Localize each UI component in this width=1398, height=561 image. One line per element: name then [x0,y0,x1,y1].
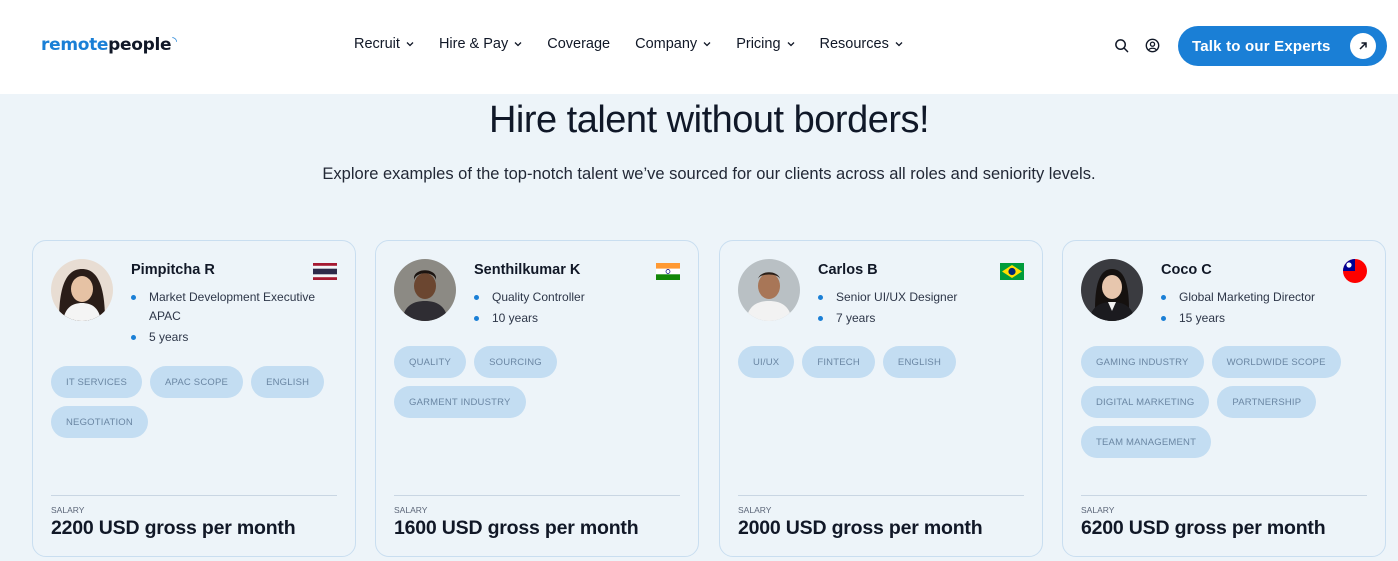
candidate-role: Senior UI/UX Designer [818,288,1018,307]
skill-tag: WORLDWIDE SCOPE [1211,346,1341,378]
taiwan-flag [1343,259,1367,283]
talk-to-experts-button[interactable]: Talk to our Experts [1178,26,1387,66]
nav-label: Company [635,36,698,52]
skill-tag: PARTNERSHIP [1217,386,1317,418]
logo-text-remote: remote [41,35,109,55]
divider [51,495,337,496]
skill-tags: UI/UX FINTECH ENGLISH [738,346,1028,378]
avatar [51,259,113,321]
skill-tags: GAMING INDUSTRY WORLDWIDE SCOPE DIGITAL … [1081,346,1371,458]
candidate-role: Quality Controller [474,288,674,307]
salary-value: 2000 USD gross per month [738,517,983,539]
arrow-up-right-icon [1350,33,1376,59]
candidate-experience: 10 years [474,309,674,328]
chevron-down-icon [895,42,903,47]
talent-card[interactable]: Coco C Global Marketing Director 15 year… [1062,240,1386,557]
candidate-details: Global Marketing Director 15 years [1161,288,1361,330]
avatar [738,259,800,321]
chevron-down-icon [787,42,794,47]
salary-value: 2200 USD gross per month [51,517,296,539]
salary-label: SALARY [1081,505,1115,515]
avatar [394,259,456,321]
skill-tag: TEAM MANAGEMENT [1081,426,1212,458]
skill-tag: IT SERVICES [51,366,142,398]
skill-tag: GAMING INDUSTRY [1081,346,1204,378]
divider [394,495,680,496]
candidate-name: Pimpitcha R [131,262,215,278]
logo-signal-icon: ◝ [172,34,177,48]
talent-card[interactable]: Carlos B Senior UI/UX Designer 7 years U… [719,240,1043,557]
salary-label: SALARY [738,505,772,515]
salary-value: 1600 USD gross per month [394,517,639,539]
skill-tag: SOURCING [474,346,557,378]
talent-card[interactable]: Pimpitcha R Market Development Executive… [32,240,356,557]
skill-tag: DIGITAL MARKETING [1081,386,1210,418]
chevron-down-icon [406,42,414,47]
skill-tag: ENGLISH [251,366,325,398]
candidate-details: Market Development Executive APAC 5 year… [131,288,331,349]
candidate-role: Market Development Executive APAC [131,288,331,326]
search-icon[interactable] [1114,38,1129,53]
nav-item-recruit[interactable]: Recruit [354,36,414,52]
divider [738,495,1024,496]
candidate-details: Quality Controller 10 years [474,288,674,330]
nav-label: Resources [819,36,889,52]
candidate-role: Global Marketing Director [1161,288,1361,307]
nav-item-company[interactable]: Company [635,36,711,52]
logo-text-people: people [108,35,172,55]
main-nav: Recruit Hire & Pay Coverage Company Pric… [354,36,903,52]
account-icon[interactable] [1145,38,1160,53]
skill-tag: ENGLISH [882,346,957,378]
hero-title: Hire talent without borders! [488,99,930,141]
nav-label: Hire & Pay [438,36,509,52]
chevron-down-icon [514,42,522,47]
nav-item-coverage[interactable]: Coverage [547,36,610,52]
india-flag [656,263,680,280]
nav-item-hire-pay[interactable]: Hire & Pay [439,36,522,52]
candidate-experience: 5 years [131,328,331,347]
avatar [1081,259,1143,321]
salary-label: SALARY [51,505,85,515]
skill-tag: FINTECH [802,346,875,378]
nav-label: Pricing [736,36,781,52]
candidate-name: Senthilkumar K [474,262,581,278]
divider [1081,495,1367,496]
nav-item-pricing[interactable]: Pricing [736,36,794,52]
candidate-details: Senior UI/UX Designer 7 years [818,288,1018,330]
skill-tag: UI/UX [738,346,795,378]
talent-card[interactable]: Senthilkumar K Quality Controller 10 yea… [375,240,699,557]
brazil-flag [1000,263,1024,280]
skill-tag: NEGOTIATION [51,406,148,438]
chevron-down-icon [703,42,711,47]
nav-item-resources[interactable]: Resources [820,36,903,52]
candidate-name: Coco C [1161,262,1212,278]
skill-tag: GARMENT INDUSTRY [394,386,526,418]
nav-label: Recruit [354,36,400,52]
nav-label: Coverage [547,36,611,52]
skill-tag: QUALITY [394,346,467,378]
skill-tags: IT SERVICES APAC SCOPE ENGLISH NEGOTIATI… [51,366,341,438]
site-header: remotepeople◝ Recruit Hire & Pay Coverag… [0,0,1398,94]
skill-tags: QUALITY SOURCING GARMENT INDUSTRY [394,346,684,418]
candidate-name: Carlos B [818,262,878,278]
candidate-experience: 7 years [818,309,1018,328]
skill-tag: APAC SCOPE [149,366,244,398]
salary-value: 6200 USD gross per month [1081,517,1326,539]
salary-label: SALARY [394,505,428,515]
logo[interactable]: remotepeople◝ [41,34,177,55]
candidate-experience: 15 years [1161,309,1361,328]
hero-subtitle: Explore examples of the top-notch talent… [322,165,1096,183]
thailand-flag [313,263,337,280]
cta-label: Talk to our Experts [1192,37,1331,55]
